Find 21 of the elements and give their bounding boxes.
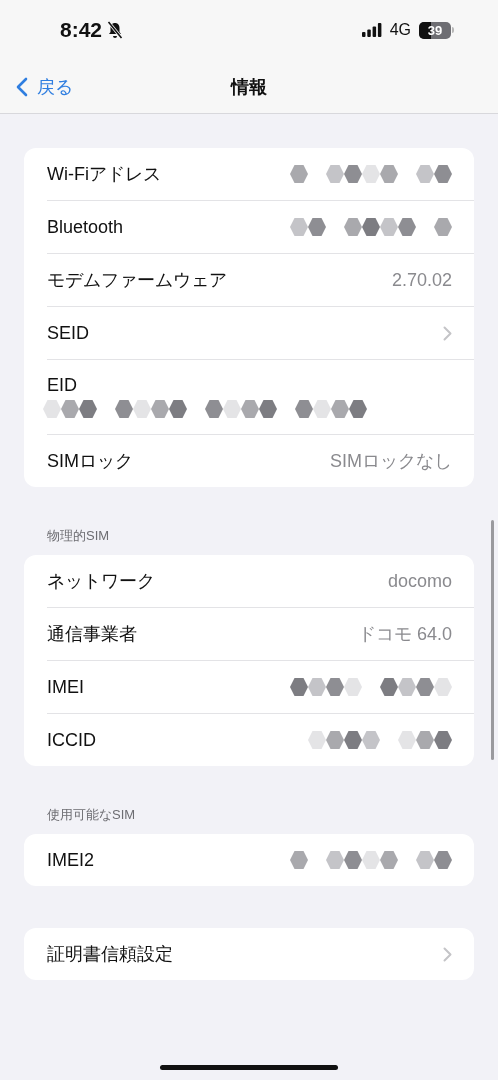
network-type: 4G [389, 21, 411, 39]
section-header: 使用可能なSIM [46, 806, 137, 824]
chevron-right-icon [443, 946, 452, 962]
list-row[interactable]: SEID [47, 307, 474, 360]
list-row: IMEI2 [47, 834, 474, 886]
list-row: Wi-Fiアドレス [47, 148, 474, 201]
section-header: 物理的SIM [46, 527, 111, 545]
list-row: ネットワーク docomo [47, 555, 474, 608]
chevron-right-icon [443, 325, 452, 341]
list-row: EID [47, 360, 474, 435]
clock-time: 8:42 [60, 18, 103, 42]
list-row-text: SIMロック SIMロックなし [47, 450, 453, 473]
signal-icon [361, 23, 382, 37]
back-button[interactable]: 戻る [0, 74, 73, 99]
list-row: モデムファームウェア 2.70.02 [47, 254, 474, 307]
list-row: Bluetooth [47, 201, 474, 254]
chevron-left-icon [16, 76, 28, 97]
list-row: 通信事業者 ドコモ 64.0 [47, 608, 474, 661]
list-row: ICCID [47, 714, 474, 766]
screen-title: 情報 [229, 75, 268, 99]
list-row: IMEI [47, 661, 474, 714]
